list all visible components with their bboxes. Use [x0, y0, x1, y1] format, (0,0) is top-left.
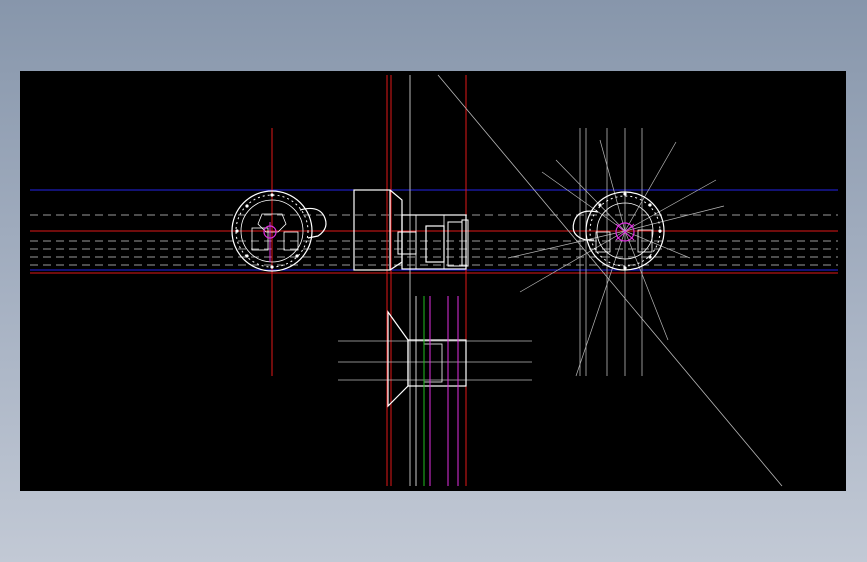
front-bolt-3 — [270, 265, 274, 269]
radial-line-3 — [507, 230, 626, 259]
radial-line-1 — [541, 171, 626, 232]
rear-bolt-4 — [648, 203, 652, 207]
radial-line-11 — [624, 230, 691, 259]
radial-line-4 — [555, 159, 626, 232]
rear-bolt-5 — [648, 255, 652, 259]
front-bolt-2 — [235, 229, 239, 233]
top-view — [338, 296, 532, 486]
diagonal-construction-line — [437, 74, 783, 487]
radial-line-6 — [624, 179, 717, 232]
bell-housing — [353, 189, 391, 271]
cad-drawing-viewport[interactable] — [20, 71, 846, 491]
radial-line-5 — [624, 141, 677, 232]
cad-drawing-icon — [30, 74, 838, 487]
gear-block-3 — [447, 221, 463, 267]
radial-line-7 — [624, 205, 725, 232]
rear-bolt-6 — [598, 203, 602, 207]
front-bolt-4 — [245, 204, 249, 208]
housing-ear — [299, 207, 327, 239]
top-gearbox-body — [407, 339, 467, 387]
radial-line-10 — [599, 139, 626, 232]
rear-bolt-3 — [623, 266, 627, 270]
radial-line-2 — [519, 230, 626, 293]
side-section-view — [353, 189, 469, 271]
radial-construction-lines — [507, 139, 725, 377]
front-bolt-1 — [270, 193, 274, 197]
gearbox-body — [401, 214, 467, 270]
rear-bolt-2 — [658, 229, 662, 233]
rear-bolt-1 — [623, 192, 627, 196]
front-bolt-6 — [295, 254, 299, 258]
top-gear-block — [423, 343, 443, 383]
horizontal-reference-lines — [30, 189, 838, 274]
output-flange — [461, 219, 469, 267]
front-bolt-5 — [245, 254, 249, 258]
radial-line-8 — [575, 230, 626, 377]
rear-view — [507, 128, 725, 377]
center-vertical-lines — [386, 74, 783, 487]
front-view — [231, 128, 327, 376]
gear-block-1 — [397, 231, 417, 255]
bell-housing-taper — [389, 189, 403, 271]
